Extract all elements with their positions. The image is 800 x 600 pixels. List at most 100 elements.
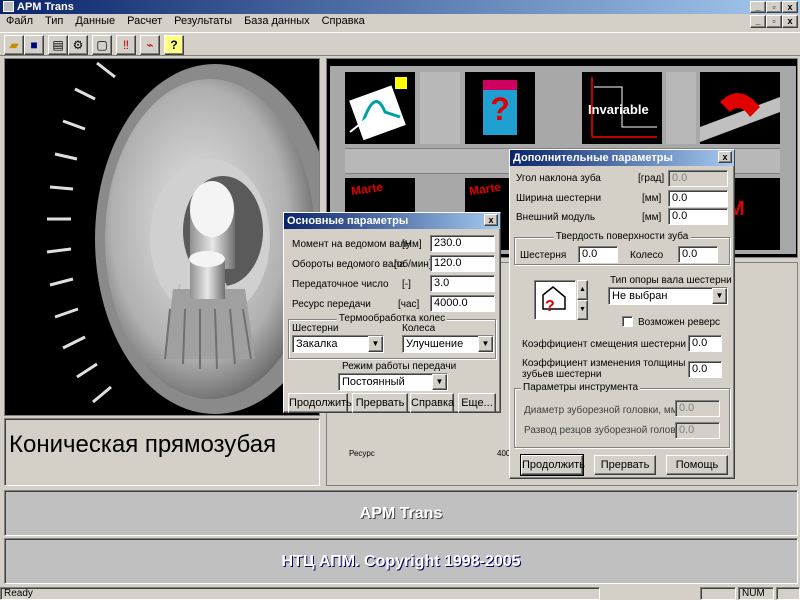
chevron-down-icon[interactable]: ▼ [478,336,493,352]
support-spin-down[interactable]: ▼ [577,300,588,320]
chevron-down-icon[interactable]: ▼ [712,288,727,304]
extra-params-dialog: Дополнительные параметры x Угол наклона … [509,149,735,479]
thumb-invariable[interactable]: Invariable [582,72,662,144]
support-type-icon: ? [542,286,566,315]
status-ready: Ready [0,587,600,600]
marte-label-1: Marte [350,179,384,199]
basic-continue-button[interactable]: Продолжить [288,393,352,413]
extra-continue-button[interactable]: Продолжить [520,454,585,476]
ratio-unit: [-] [402,279,411,290]
svg-text:?: ? [545,298,555,315]
thumb-geometry[interactable] [345,72,415,144]
hardness-wheel-input[interactable]: 0.0 [678,246,718,263]
gear-caption: Коническая прямозубая [9,431,277,458]
support-type-picture[interactable]: ? [534,280,576,320]
pinion-width-unit: [мм] [642,193,662,204]
tool-spread-input[interactable]: 0.0 [675,422,720,439]
menu-file[interactable]: Файл [0,14,39,28]
basic-dialog-title: Основные параметры [287,215,409,227]
print-icon[interactable]: ▤ [48,35,68,55]
question-book-icon: ? [483,80,517,135]
window-title: APM Trans [17,1,74,13]
status-caps [700,587,736,600]
status-scrl [776,587,800,600]
torque-label: Момент на ведомом валу [292,239,411,250]
app-icon [3,1,14,12]
speed-input[interactable]: 120.0 [430,255,495,272]
reverse-label: Возможен реверс [638,317,721,328]
module-input[interactable]: 0.0 [668,208,728,225]
extra-close-button[interactable]: x [718,151,732,163]
mdi-close-button[interactable]: x [782,15,798,28]
mdi-maximize-button[interactable]: ▫ [766,15,782,28]
minimize-button[interactable]: _ [750,1,766,13]
tool-diameter-input[interactable]: 0.0 [675,400,720,417]
reverse-checkbox[interactable] [622,316,633,327]
tool-diameter-label: Диаметр зуборезной головки, мм [524,405,678,416]
basic-close-button[interactable]: x [484,214,498,226]
stress-diagram-icon [700,93,780,142]
life-input[interactable]: 4000.0 [430,295,495,312]
chevron-down-icon[interactable]: ▼ [432,374,447,390]
thumb-help-book[interactable]: ? [465,72,535,144]
mode-select[interactable]: Постоянный ▼ [338,373,448,391]
helix-angle-input[interactable]: 0.0 [668,170,728,187]
pinion-treatment-select[interactable]: Закалка ▼ [292,335,384,353]
wheel-treatment-select[interactable]: Улучшение ▼ [402,335,494,353]
shift-coef-label: Коэффициент смещения шестерни [522,339,686,350]
tool-params-title: Параметры инструмента [521,382,641,393]
thickness-coef-label-2: зубьев шестерни [522,369,602,380]
pinion-width-input[interactable]: 0.0 [668,190,728,207]
helix-angle-unit: [град] [638,173,665,184]
shift-coef-input[interactable]: 0.0 [688,335,722,352]
support-type-select[interactable]: Не выбран ▼ [608,287,728,305]
extra-abort-button[interactable]: Прервать [594,455,656,475]
basic-abort-button[interactable]: Прервать [352,393,408,413]
support-spin-up[interactable]: ▲ [577,280,588,300]
banner-top: APM Trans [4,490,798,536]
basic-help-button[interactable]: Справка [410,393,454,413]
hardness-pinion-label: Шестерня [520,250,567,261]
alert-icon[interactable]: ‼ [116,35,136,55]
menu-data[interactable]: Данные [69,14,121,28]
wheel-treatment-label: Колеса [402,323,436,334]
menu-help[interactable]: Справка [316,14,371,28]
menu-results[interactable]: Результаты [168,14,238,28]
toolbar: ▰ ■ ▤ ⚙ ▢ ‼ ⌁ ? [0,32,800,56]
mdi-minimize-button[interactable]: _ [750,15,766,28]
extra-help-button[interactable]: Помощь [666,455,728,475]
module-label: Внешний модуль [516,212,596,223]
torque-input[interactable]: 230.0 [430,235,495,252]
speed-label: Обороты ведомого вала [292,259,405,270]
tool-params-group: Параметры инструмента [514,382,730,448]
speed-unit: [об/мин] [394,259,432,270]
torque-unit: [Нм] [402,239,422,250]
basic-params-dialog: Основные параметры x Момент на ведомом в… [283,212,501,413]
life-unit: [час] [398,299,420,310]
helix-angle-label: Угол наклона зуба [516,173,601,184]
module-unit: [мм] [642,212,662,223]
menu-type[interactable]: Тип [39,14,69,28]
bevel-gear-image [46,61,319,414]
chevron-down-icon[interactable]: ▼ [368,336,383,352]
menu-database[interactable]: База данных [238,14,316,28]
wheel-treatment-value: Улучшение [406,338,464,350]
close-button[interactable]: x [782,1,798,13]
banner-top-text: APM Trans [359,505,443,522]
mode-value: Постоянный [342,376,405,388]
menu-calc[interactable]: Расчет [121,14,168,28]
basic-more-button[interactable]: Еще... [458,393,496,413]
thickness-coef-input[interactable]: 0.0 [688,361,722,378]
chart-icon[interactable]: ⌁ [140,35,160,55]
maximize-button[interactable]: ▫ [766,1,782,13]
ratio-label: Передаточное число [292,279,389,290]
gear-view [4,58,320,416]
gear-icon[interactable]: ⚙ [68,35,88,55]
save-icon[interactable]: ■ [24,35,44,55]
window-icon[interactable]: ▢ [92,35,112,55]
help-icon[interactable]: ? [164,35,184,55]
thumb-diagram[interactable] [700,72,780,144]
open-icon[interactable]: ▰ [4,35,24,55]
hardness-pinion-input[interactable]: 0.0 [578,246,618,263]
ratio-input[interactable]: 3.0 [430,275,495,292]
